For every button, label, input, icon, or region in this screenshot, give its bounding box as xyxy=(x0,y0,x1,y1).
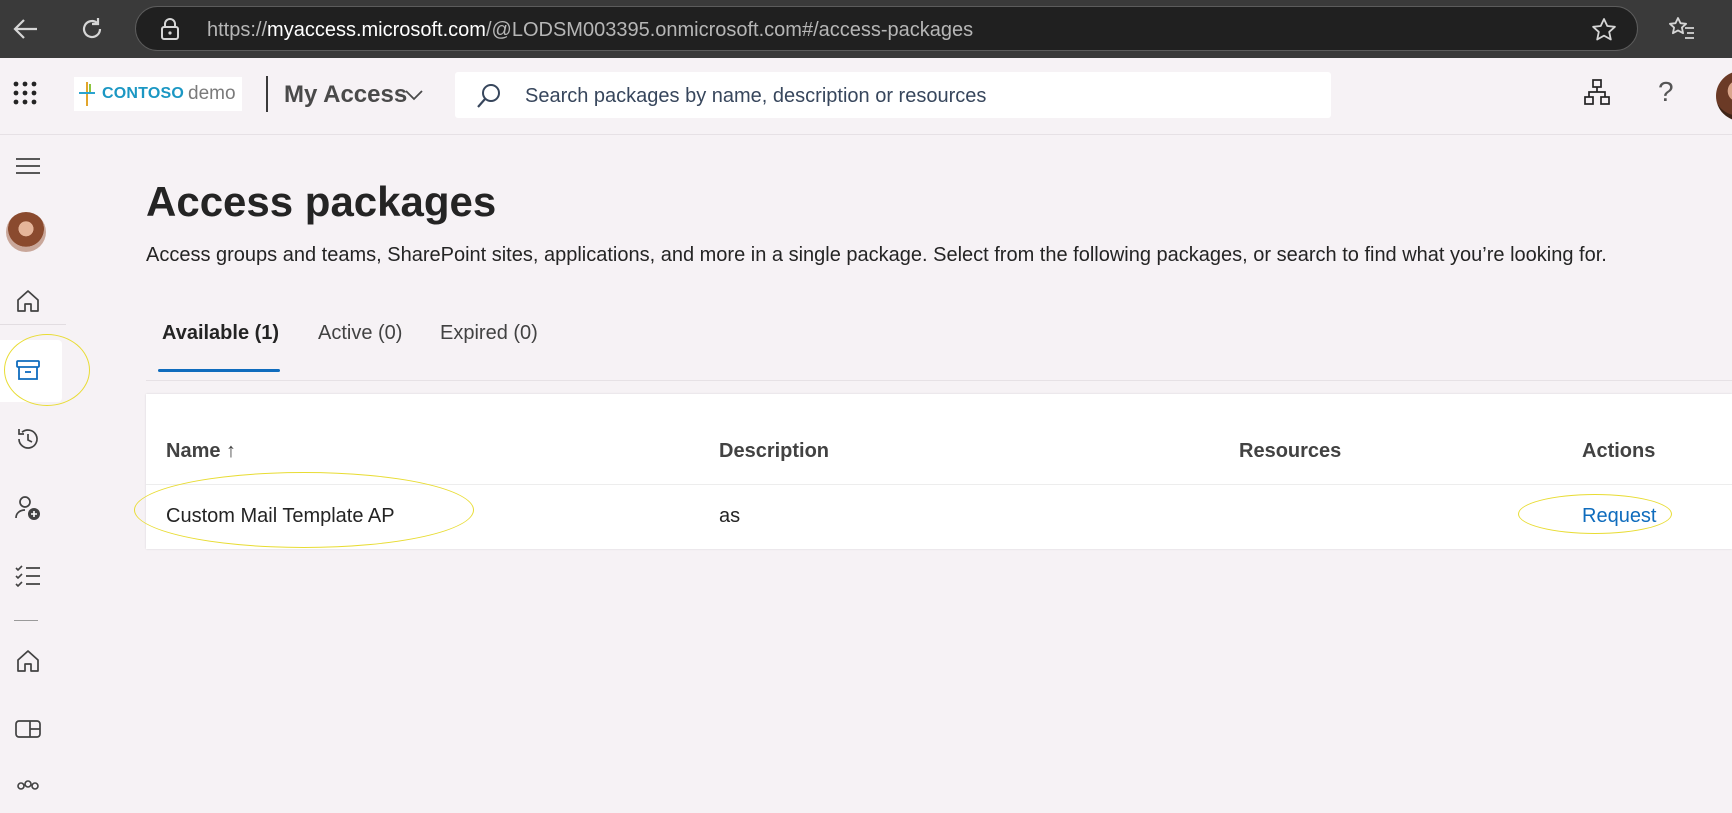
home-icon[interactable] xyxy=(6,279,50,323)
address-bar[interactable]: https://myaccess.microsoft.com/@LODSM003… xyxy=(135,6,1638,51)
search-box[interactable]: Search packages by name, description or … xyxy=(455,72,1331,118)
home-icon[interactable] xyxy=(6,639,50,683)
menu-icon[interactable] xyxy=(6,144,50,188)
rail-divider xyxy=(0,324,66,325)
company-logo[interactable]: CONTOSO demo xyxy=(74,77,242,111)
help-icon[interactable]: ? xyxy=(1658,76,1674,108)
search-icon xyxy=(475,82,503,115)
logo-mark-icon xyxy=(79,82,95,106)
header-divider xyxy=(146,484,1732,485)
app-header: CONTOSO demo My Access Search packages b… xyxy=(0,58,1732,135)
url-prefix: https:// xyxy=(207,19,268,41)
chevron-down-icon[interactable] xyxy=(404,88,424,106)
url-text: https://myaccess.microsoft.com/@LODSM003… xyxy=(207,19,973,42)
tab-active-indicator xyxy=(158,369,280,372)
back-arrow-icon[interactable] xyxy=(6,9,46,49)
column-header-actions: Actions xyxy=(1582,440,1656,462)
url-host: myaccess.microsoft.com xyxy=(267,19,486,41)
column-header-description[interactable]: Description xyxy=(719,440,829,463)
profile-avatar[interactable] xyxy=(6,212,46,252)
approvals-icon[interactable] xyxy=(6,554,50,598)
favorites-icon[interactable] xyxy=(1662,9,1702,49)
tab-active[interactable]: Active (0) xyxy=(318,322,402,345)
star-icon[interactable] xyxy=(1591,17,1617,48)
logo-brand: CONTOSO xyxy=(102,85,185,102)
search-input[interactable]: Search packages by name, description or … xyxy=(525,85,986,108)
package-description: as xyxy=(719,505,741,527)
user-avatar[interactable] xyxy=(1716,71,1732,121)
column-header-name[interactable]: Name ↑ xyxy=(166,440,236,463)
request-button[interactable]: Request xyxy=(1582,505,1657,528)
page-description: Access groups and teams, SharePoint site… xyxy=(146,244,1607,266)
access-packages-icon[interactable] xyxy=(6,348,50,392)
header-divider xyxy=(266,76,268,112)
page-title: Access packages xyxy=(146,178,497,225)
browser-toolbar: https://myaccess.microsoft.com/@LODSM003… xyxy=(0,0,1732,58)
history-icon[interactable] xyxy=(6,417,50,461)
request-access-icon[interactable] xyxy=(6,486,50,530)
groups-icon[interactable] xyxy=(6,769,50,813)
logo-sub: demo xyxy=(188,83,236,104)
refresh-icon[interactable] xyxy=(72,9,112,49)
app-name[interactable]: My Access xyxy=(284,81,407,109)
tab-expired[interactable]: Expired (0) xyxy=(440,322,538,345)
url-path: /@LODSM003395.onmicrosoft.com#/access-pa… xyxy=(485,19,974,41)
tabs-divider xyxy=(146,380,1732,381)
org-chart-icon[interactable] xyxy=(1583,78,1611,111)
column-header-resources[interactable]: Resources xyxy=(1239,440,1341,463)
left-nav-rail xyxy=(0,134,66,796)
tab-available[interactable]: Available (1) xyxy=(162,322,279,345)
package-name[interactable]: Custom Mail Template AP xyxy=(166,505,395,528)
lock-icon[interactable] xyxy=(160,17,180,46)
packages-table: Name ↑ Description Resources Actions Cus… xyxy=(146,394,1732,549)
app-launcher-icon[interactable] xyxy=(12,80,38,111)
rail-divider xyxy=(14,620,38,621)
card-icon[interactable] xyxy=(6,707,50,751)
